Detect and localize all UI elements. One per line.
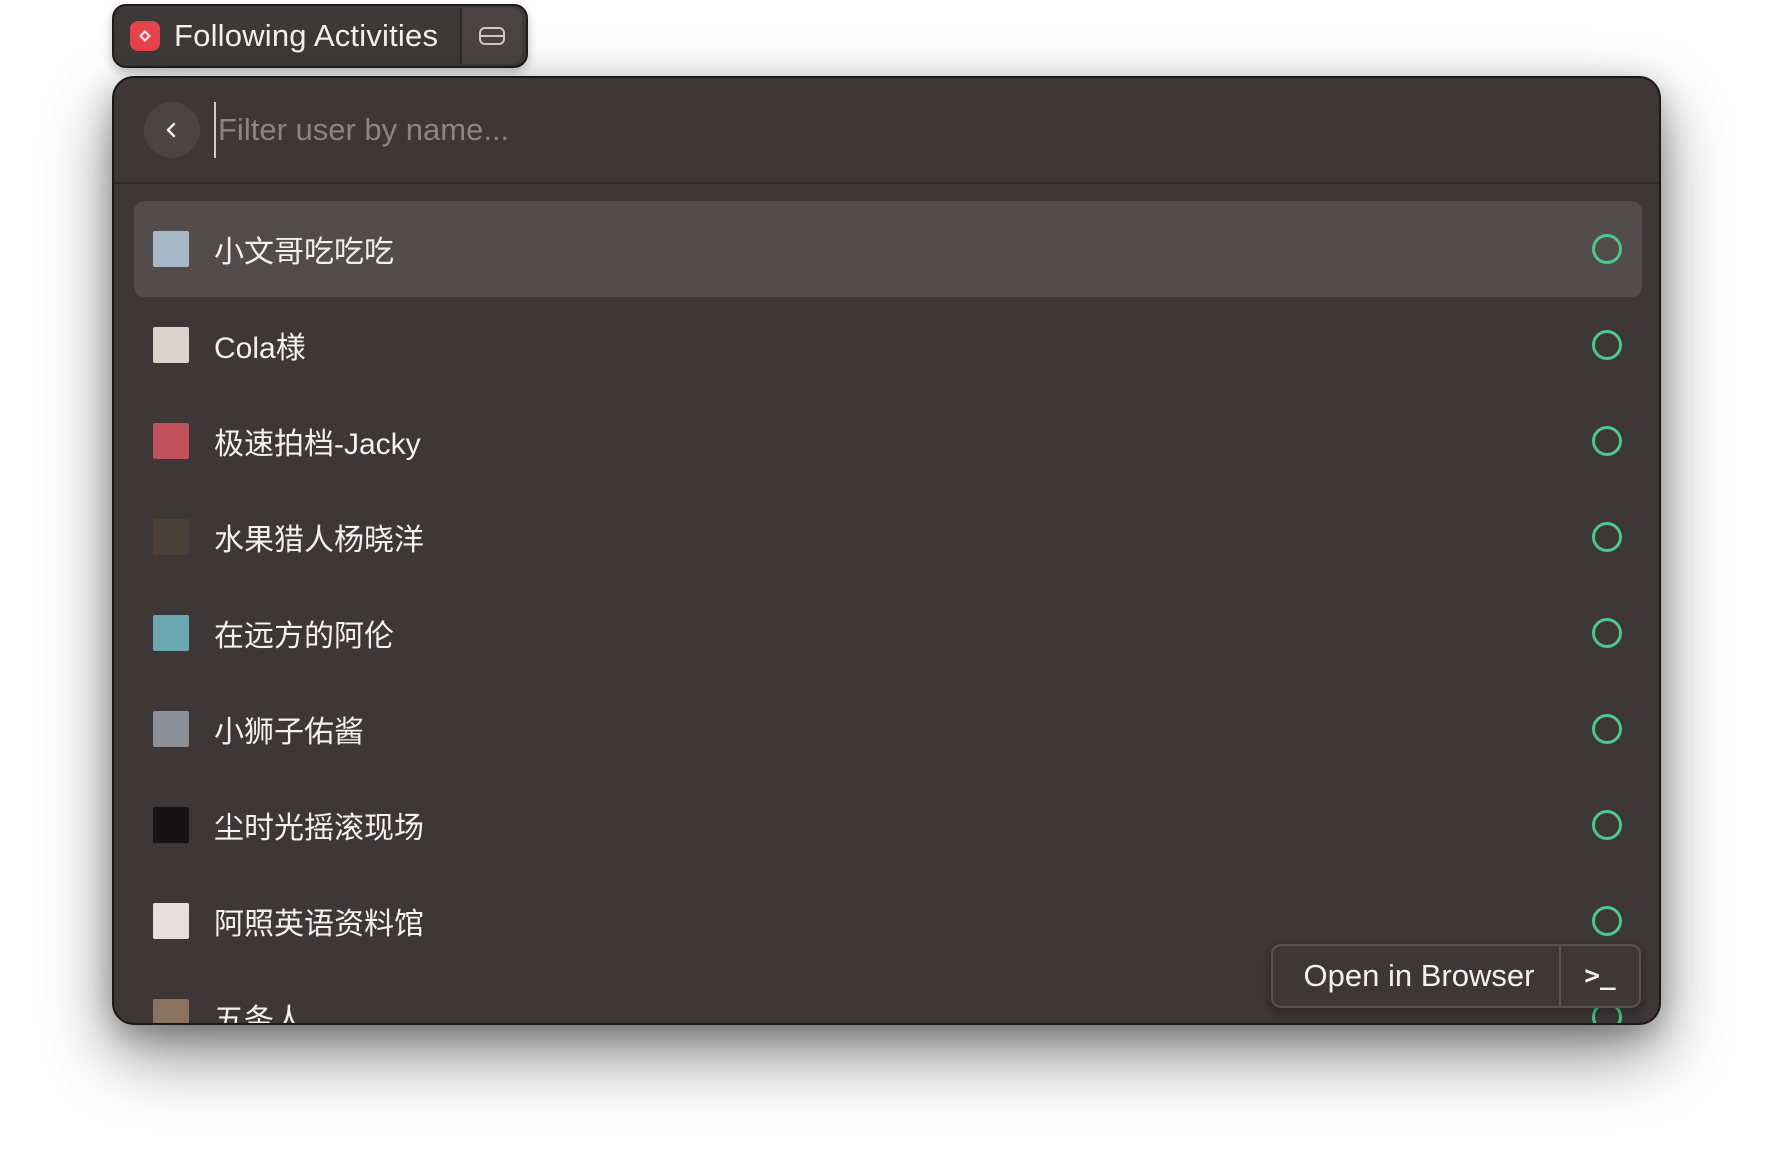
tray-icon xyxy=(479,27,505,45)
user-name: 小文哥吃吃吃 xyxy=(214,236,394,269)
list-item[interactable]: 水果猎人杨晓洋 xyxy=(134,489,1642,585)
list-item[interactable]: 尘时光摇滚现场 xyxy=(134,777,1642,873)
action-bar: Open in Browser >_ xyxy=(1271,944,1641,1008)
list-item[interactable]: 小狮子佑酱 xyxy=(134,681,1642,777)
avatar xyxy=(153,519,189,555)
list-item[interactable]: 极速拍档-Jacky xyxy=(134,393,1642,489)
avatar xyxy=(153,711,189,747)
avatar xyxy=(153,231,189,267)
command-title: Following Activities xyxy=(174,18,439,53)
list-item[interactable]: Cola様 xyxy=(134,297,1642,393)
avatar xyxy=(153,423,189,459)
avatar xyxy=(153,999,189,1023)
user-name: 尘时光摇滚现场 xyxy=(214,812,424,845)
command-window: 小文哥吃吃吃 Cola様极速拍档-Jacky 水果猎人杨晓洋在远方的阿伦小狮子佑酱尘… xyxy=(112,76,1661,1025)
back-button[interactable] xyxy=(144,102,200,158)
tray-button[interactable] xyxy=(460,8,522,64)
status-circle-icon xyxy=(1592,234,1622,264)
raycast-extension-icon xyxy=(130,21,160,51)
user-name: Cola様 xyxy=(214,332,306,365)
user-name: 水果猎人杨晓洋 xyxy=(214,524,424,557)
list-item[interactable]: 在远方的阿伦 xyxy=(134,585,1642,681)
search-bar xyxy=(114,78,1659,184)
user-name: 极速拍档-Jacky xyxy=(214,428,421,461)
command-title-chip: Following Activities xyxy=(112,4,528,68)
avatar xyxy=(153,615,189,651)
status-circle-icon xyxy=(1592,426,1622,456)
avatar xyxy=(153,327,189,363)
user-name: 小狮子佑酱 xyxy=(214,716,364,749)
filter-input[interactable] xyxy=(214,102,1619,158)
user-name: 在远方的阿伦 xyxy=(214,620,394,653)
user-list: 小文哥吃吃吃 Cola様极速拍档-Jacky 水果猎人杨晓洋 在远方的阿伦 小狮子佑酱尘… xyxy=(134,201,1642,1023)
status-circle-icon xyxy=(1592,618,1622,648)
avatar xyxy=(153,807,189,843)
status-circle-icon xyxy=(1592,714,1622,744)
status-circle-icon xyxy=(1592,330,1622,360)
list-item[interactable]: 小文哥吃吃吃 xyxy=(134,201,1642,297)
open-in-browser-button[interactable]: Open in Browser xyxy=(1273,958,1559,994)
status-circle-icon xyxy=(1592,522,1622,552)
user-name: 阿照英语资料馆 xyxy=(214,908,424,941)
status-circle-icon xyxy=(1592,906,1622,936)
chevron-left-icon xyxy=(166,122,176,138)
avatar xyxy=(153,903,189,939)
actions-toggle-button[interactable]: >_ xyxy=(1559,946,1639,1006)
status-circle-icon xyxy=(1592,810,1622,840)
